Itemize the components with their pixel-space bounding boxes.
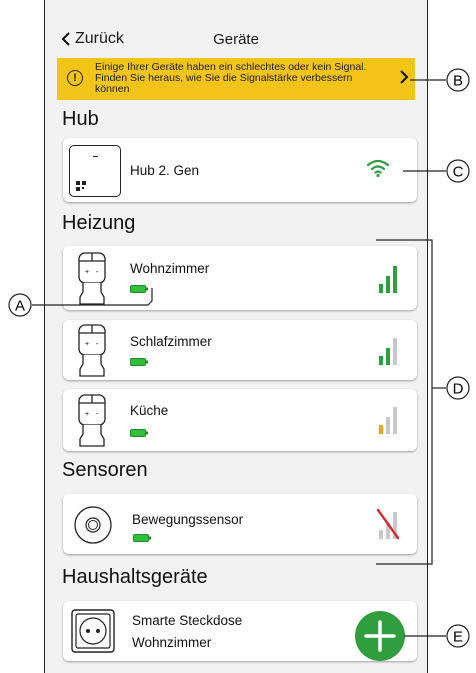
callout-a-label: A: [15, 298, 25, 315]
callout-c-label: C: [453, 164, 464, 181]
callout-d-label: D: [453, 381, 464, 398]
callout-e-label: E: [453, 629, 463, 646]
annotation-lines: A B C D E: [8, 68, 470, 648]
callout-b-label: B: [453, 73, 463, 90]
